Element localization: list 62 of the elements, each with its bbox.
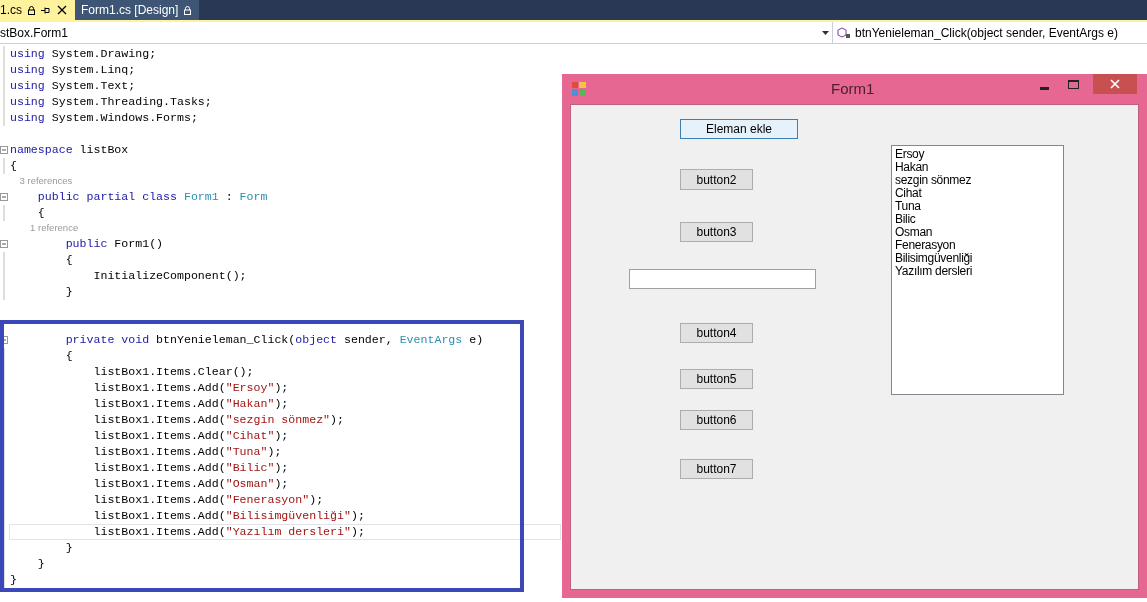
form-button[interactable]: button6 <box>680 410 753 430</box>
list-item[interactable]: Yazılım dersleri <box>895 265 1060 278</box>
close-icon <box>1110 79 1120 89</box>
maximize-icon[interactable] <box>1068 80 1079 89</box>
code-line: } <box>64 284 74 300</box>
form-button[interactable]: button4 <box>680 323 753 343</box>
code-line: namespace listBox <box>9 142 130 158</box>
form-button[interactable]: button7 <box>680 459 753 479</box>
code-line: { <box>64 348 74 364</box>
code-line: private void btnYenieleman_Click(object sender, EventArgs e) <box>64 332 485 348</box>
code-line: listBox1.Items.Add("Bilic"); <box>92 460 290 476</box>
pin-icon[interactable] <box>41 5 51 15</box>
code-line: listBox1.Items.Add("Hakan"); <box>92 396 290 412</box>
code-line: } <box>9 572 18 588</box>
list-item[interactable]: Bilisimgüvenliği <box>895 252 1060 265</box>
code-line: listBox1.Items.Add("Fenerasyon"); <box>92 492 325 508</box>
code-line: using System.Threading.Tasks; <box>9 94 213 110</box>
app-icon <box>572 82 586 96</box>
code-line: listBox1.Items.Add("Ersoy"); <box>92 380 290 396</box>
form-button[interactable]: button3 <box>680 222 753 242</box>
list-item[interactable]: sezgin sönmez <box>895 174 1060 187</box>
list-item[interactable]: Osman <box>895 226 1060 239</box>
code-line: public partial class Form1 : Form <box>36 189 269 205</box>
form-button[interactable]: button5 <box>680 369 753 389</box>
code-line: listBox1.Items.Add("Cihat"); <box>92 428 290 444</box>
code-line: InitializeComponent(); <box>92 268 248 284</box>
form-button[interactable]: Eleman ekle <box>680 119 798 139</box>
list-item[interactable]: Ersoy <box>895 148 1060 161</box>
code-line: listBox1.Items.Add("Osman"); <box>92 476 290 492</box>
form-button[interactable]: button2 <box>680 169 753 190</box>
code-line: { <box>9 158 18 174</box>
code-line: listBox1.Items.Clear(); <box>92 364 255 380</box>
code-line: } <box>64 540 74 556</box>
code-line: { <box>36 205 46 221</box>
code-line: public Form1() <box>64 236 165 252</box>
code-line: } <box>36 556 46 572</box>
code-line: using System.Drawing; <box>9 46 158 62</box>
lock-icon <box>184 5 192 15</box>
code-line: listBox1.Items.Add("sezgin sönmez"); <box>92 412 345 428</box>
type-dropdown[interactable]: stBox.Form1 <box>0 22 833 43</box>
close-icon[interactable] <box>57 5 67 15</box>
code-line: listBox1.Items.Add("Tuna"); <box>92 444 283 460</box>
code-line: using System.Linq; <box>9 62 137 78</box>
code-line: { <box>64 252 74 268</box>
caret-icon <box>822 30 829 35</box>
close-button[interactable] <box>1093 74 1137 94</box>
document-tab[interactable]: Form1.cs [Design] <box>75 0 200 20</box>
list-item[interactable]: Bilic <box>895 213 1060 226</box>
member-dropdown[interactable]: btnYenieleman_Click(object sender, EventArgs e) <box>833 22 1147 43</box>
method-icon <box>837 26 851 39</box>
lock-icon <box>28 5 35 15</box>
list-item[interactable]: Fenerasyon <box>895 239 1060 252</box>
text-field[interactable] <box>629 269 816 289</box>
list-box[interactable]: Ersoy Hakan sezgin sönmez Cihat Tuna Bilic Osman Fenerasyon Bilisimgüvenliği Yazılım dersleri <box>891 145 1064 395</box>
list-item[interactable]: Cihat <box>895 187 1060 200</box>
document-tab[interactable]: 1.cs <box>0 0 75 20</box>
code-line: using System.Windows.Forms; <box>9 110 199 126</box>
code-line: listBox1.Items.Add("Bilisimgüvenliği"); <box>92 508 366 524</box>
window-title: Form1 <box>831 78 875 99</box>
code-line: using System.Text; <box>9 78 137 94</box>
list-item[interactable]: Hakan <box>895 161 1060 174</box>
list-item[interactable]: Tuna <box>895 200 1060 213</box>
